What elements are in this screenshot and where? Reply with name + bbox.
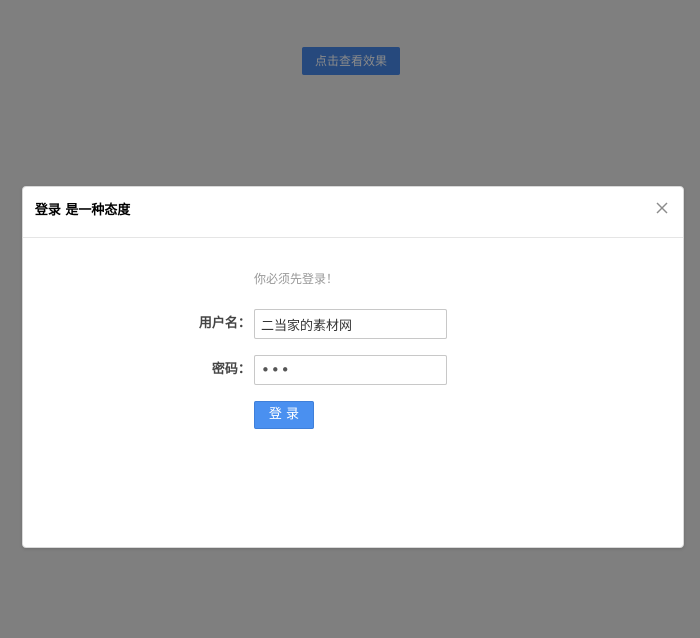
login-dialog: 登录 是一种态度 你必须先登录！ 用户名： 密码： 登 录 <box>22 186 684 548</box>
view-effect-button[interactable]: 点击查看效果 <box>302 47 400 75</box>
password-label: 密码： <box>211 362 251 377</box>
username-row: 用户名： <box>23 309 683 339</box>
username-input[interactable] <box>254 309 447 339</box>
password-row: 密码： <box>23 355 683 385</box>
close-icon[interactable] <box>655 201 669 215</box>
login-button[interactable]: 登 录 <box>254 401 314 429</box>
username-label: 用户名： <box>198 316 251 331</box>
dialog-header: 登录 是一种态度 <box>23 187 683 238</box>
dialog-title: 登录 是一种态度 <box>35 203 131 218</box>
login-required-notice: 你必须先登录！ <box>254 272 339 286</box>
password-input[interactable] <box>254 355 447 385</box>
